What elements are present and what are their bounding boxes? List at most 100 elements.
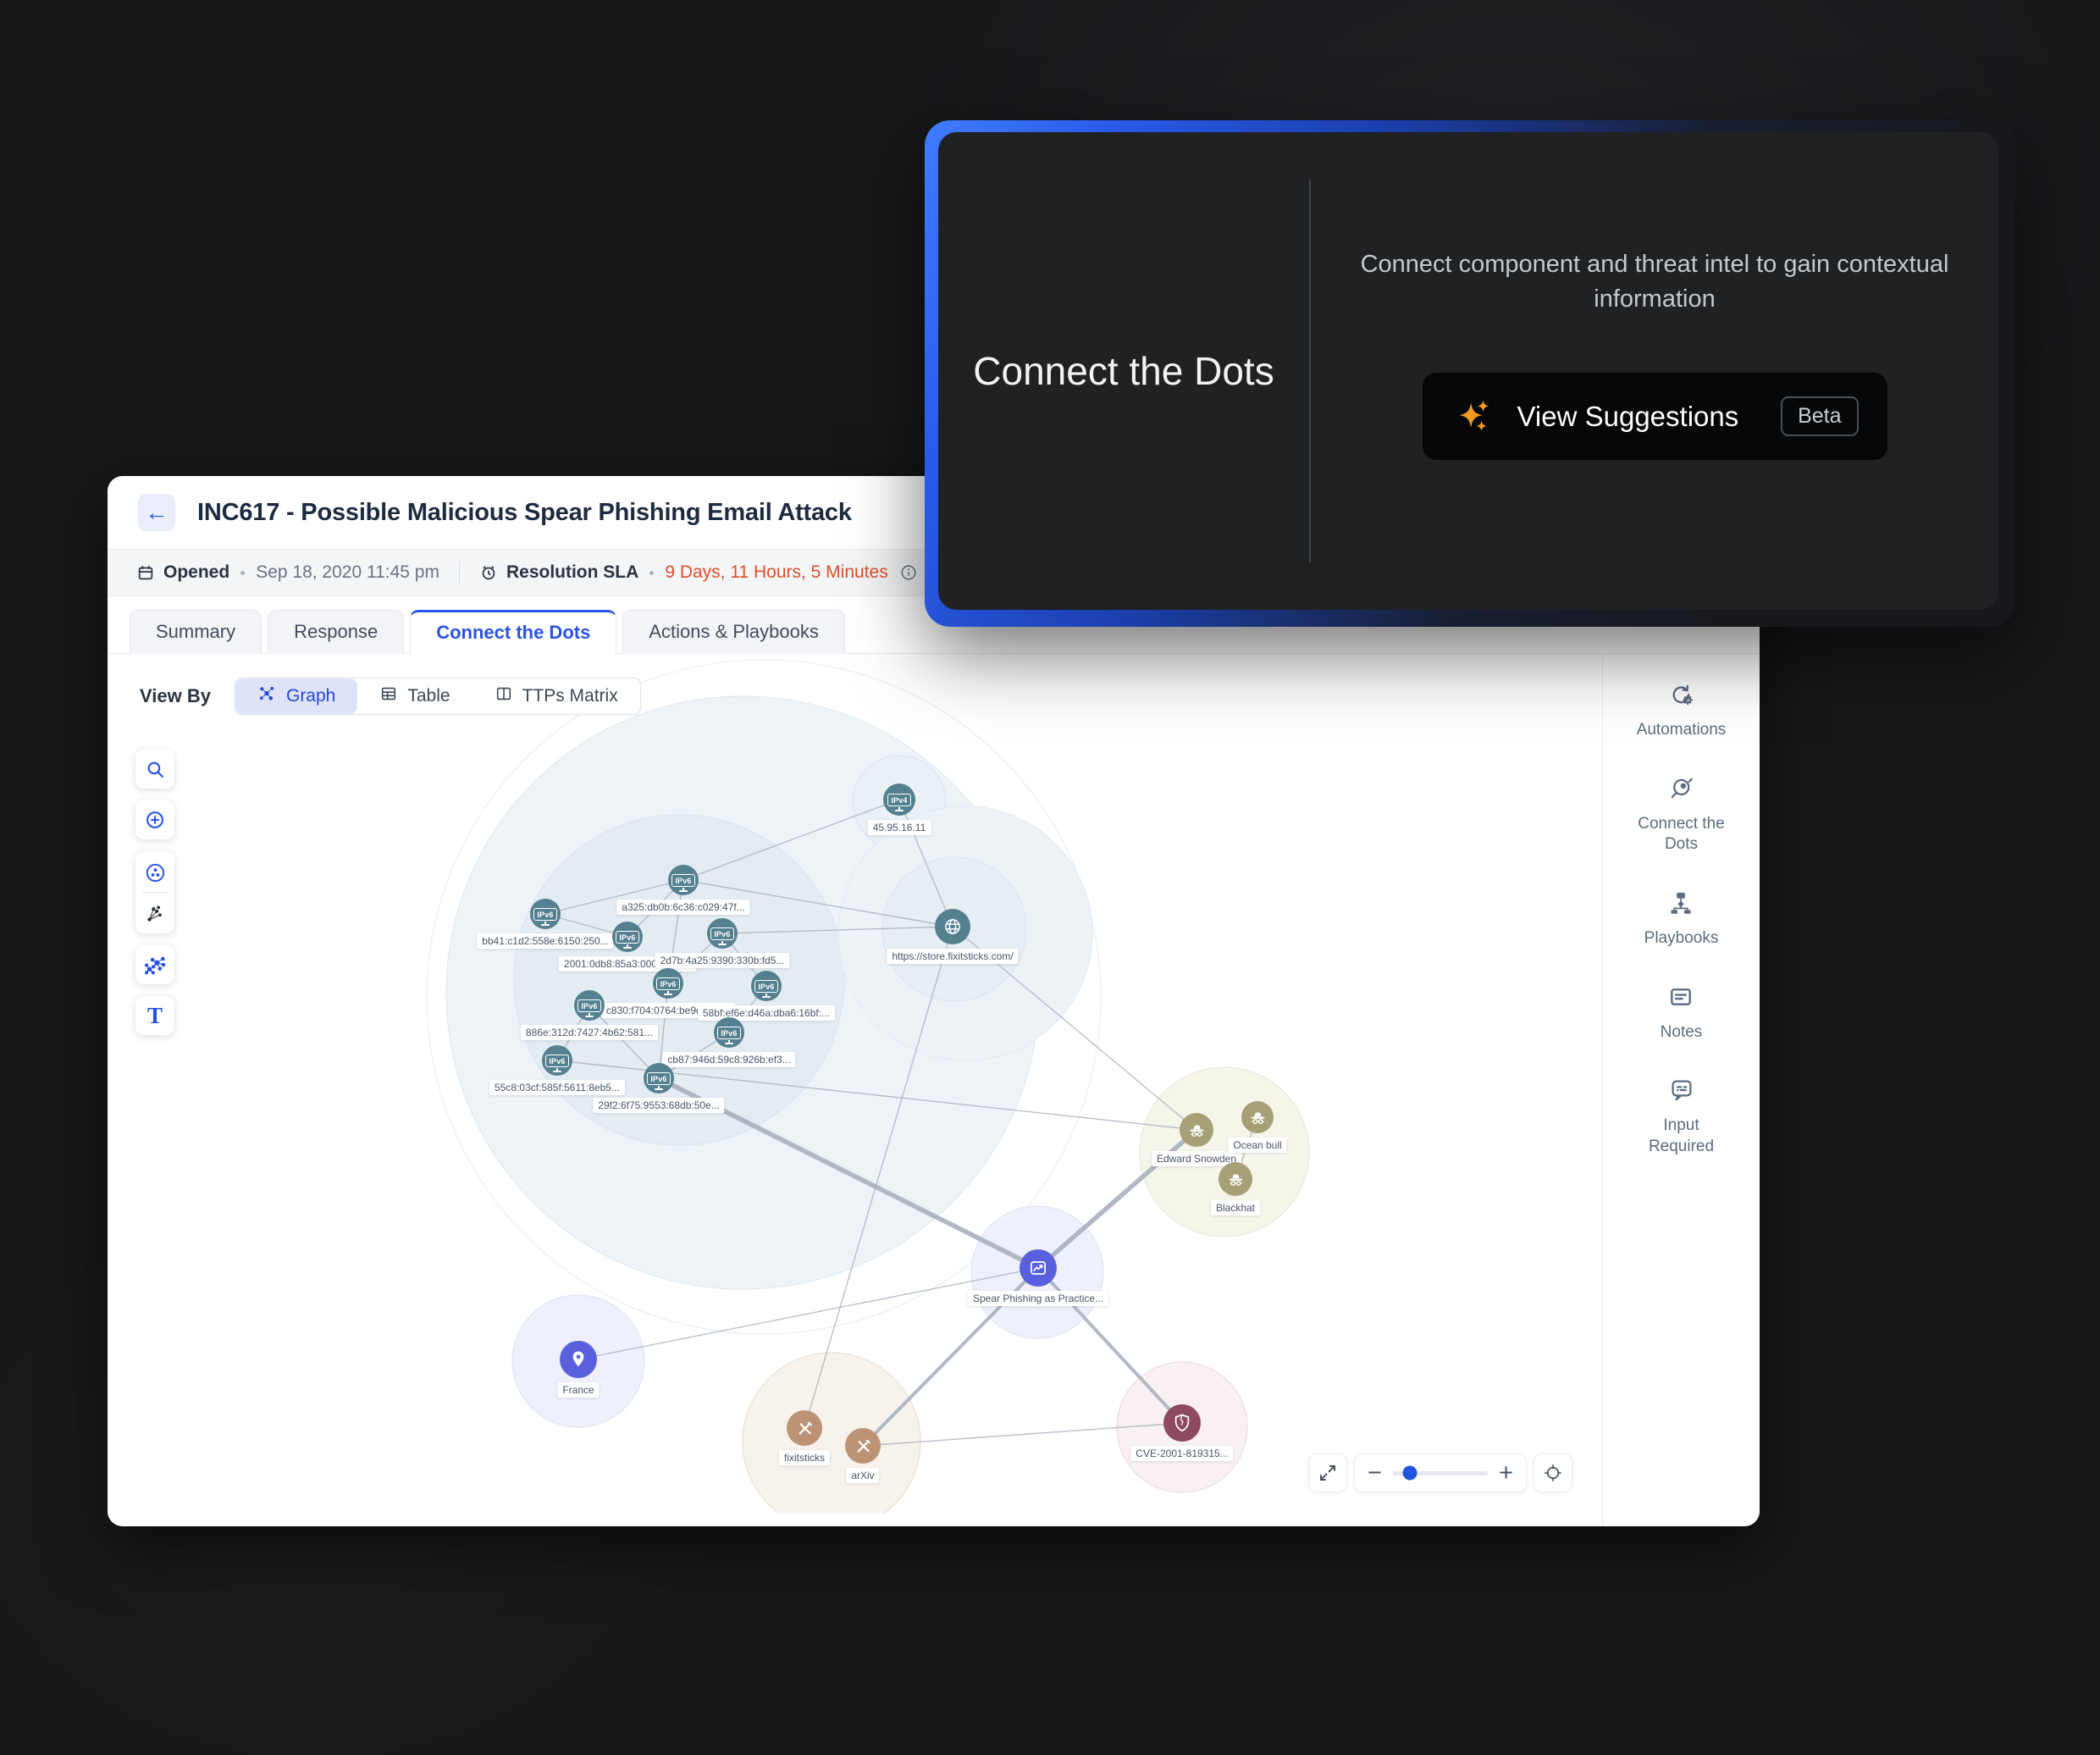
search-icon bbox=[145, 759, 166, 780]
sidebar-item-notes[interactable]: Notes bbox=[1661, 983, 1703, 1044]
graph-node-spear-phishing-as-practice[interactable] bbox=[1020, 1249, 1057, 1287]
map-pin-icon bbox=[567, 1348, 589, 1370]
graph-node-c830-f704-0764-be9d-a15[interactable]: IPv6 bbox=[653, 968, 683, 999]
info-icon[interactable] bbox=[899, 563, 918, 582]
tab-actions-playbooks[interactable]: Actions & Playbooks bbox=[622, 610, 845, 654]
text-tool-button[interactable]: T bbox=[135, 996, 174, 1035]
opened-value: Sep 18, 2020 11:45 pm bbox=[256, 562, 439, 583]
graph-node-france[interactable] bbox=[560, 1341, 597, 1378]
ipv4-monitor-icon: IPv4 bbox=[887, 794, 910, 806]
graph-node-58bf-ef6e-d46a-dba6-16bf[interactable]: IPv6 bbox=[751, 971, 782, 1001]
playbooks-icon bbox=[1667, 889, 1694, 921]
divider bbox=[459, 562, 460, 584]
ipv6-monitor-icon: IPv6 bbox=[545, 1055, 568, 1067]
view-by-label: View By bbox=[140, 685, 211, 707]
sidebar-item-label: Connect the Dots bbox=[1633, 814, 1731, 855]
beta-badge: Beta bbox=[1781, 396, 1858, 436]
graph-node-2d7b-4a25-9390-330b-fd5[interactable]: IPv6 bbox=[707, 918, 738, 949]
table-icon bbox=[379, 684, 398, 708]
cluster-circle bbox=[743, 1353, 920, 1514]
zoom-slider-group: − + bbox=[1354, 1453, 1527, 1492]
scatter-layout-button[interactable] bbox=[135, 893, 174, 932]
ipv6-monitor-icon: IPv6 bbox=[717, 1027, 740, 1039]
graph-node-bb41-c1d2-558e-6150-250[interactable]: IPv6 bbox=[530, 899, 561, 929]
tab-summary[interactable]: Summary bbox=[130, 610, 262, 654]
crossed-tools-icon bbox=[853, 1436, 874, 1457]
graph-node-a325-db0b-6c36-c029-47f[interactable]: IPv6 bbox=[668, 865, 699, 895]
fullscreen-button[interactable] bbox=[1308, 1453, 1347, 1492]
ipv6-monitor-icon: IPv6 bbox=[754, 980, 777, 993]
sla-value: 9 Days, 11 Hours, 5 Minutes bbox=[665, 562, 887, 583]
sidebar-item-label: Automations bbox=[1637, 720, 1727, 741]
search-button[interactable] bbox=[135, 750, 174, 789]
sidebar-item-playbooks[interactable]: Playbooks bbox=[1644, 889, 1719, 949]
ipv6-monitor-icon: IPv6 bbox=[671, 874, 694, 887]
graph-canvas[interactable]: View By GraphTableTTPs Matrix bbox=[108, 654, 1602, 1526]
graph-node-29f2-6f75-9553-68db-50e[interactable]: IPv6 bbox=[644, 1063, 674, 1093]
recenter-button[interactable] bbox=[1534, 1453, 1572, 1492]
view-suggestions-label: View Suggestions bbox=[1517, 401, 1739, 433]
graph-node-55c8-03cf-585f-5611-8eb5[interactable]: IPv6 bbox=[542, 1045, 572, 1076]
view-by-graph[interactable]: Graph bbox=[235, 678, 357, 714]
scatter-icon bbox=[144, 901, 166, 923]
tab-response[interactable]: Response bbox=[268, 610, 404, 654]
layout-tool-group bbox=[135, 851, 174, 933]
zoom-slider-track[interactable] bbox=[1393, 1471, 1488, 1475]
view-by-table[interactable]: Table bbox=[357, 678, 472, 714]
sidebar-item-connect-the-dots[interactable]: Connect the Dots bbox=[1633, 775, 1731, 855]
graph-toolbar: T bbox=[135, 750, 174, 1035]
back-button[interactable]: ← bbox=[138, 494, 175, 531]
shield-icon bbox=[1171, 1412, 1193, 1434]
zoom-slider-knob[interactable] bbox=[1403, 1466, 1418, 1481]
sidebar-item-input-required[interactable]: Input Required bbox=[1633, 1077, 1731, 1157]
calendar-icon bbox=[136, 563, 155, 582]
graph-node-fixitsticks[interactable] bbox=[787, 1410, 822, 1446]
view-by-ttps-matrix[interactable]: TTPs Matrix bbox=[472, 678, 640, 714]
cluster-layout-button[interactable] bbox=[135, 853, 174, 892]
zoom-in-button[interactable] bbox=[135, 800, 174, 839]
promo-title-section: Connect the Dots bbox=[938, 132, 1309, 610]
spy-icon bbox=[1247, 1107, 1268, 1128]
graph-edge-spear-arxiv bbox=[863, 1268, 1038, 1446]
expand-icon bbox=[1318, 1463, 1338, 1483]
tab-connect-the-dots[interactable]: Connect the Dots bbox=[410, 610, 616, 654]
graph-node-https-store-fixitsticks-com[interactable] bbox=[935, 909, 970, 944]
sidebar-item-label: Playbooks bbox=[1644, 928, 1719, 949]
zoom-out-button[interactable]: − bbox=[1368, 1461, 1382, 1486]
sidebar-item-automations[interactable]: Automations bbox=[1637, 681, 1727, 741]
graph-node-ocean-bull[interactable] bbox=[1241, 1101, 1274, 1133]
sidebar-item-label: Input Required bbox=[1633, 1116, 1731, 1157]
promo-card-inner: Connect the Dots Connect component and t… bbox=[938, 132, 1998, 610]
graph-edge-spear-cve bbox=[1038, 1268, 1182, 1423]
matrix-icon bbox=[495, 684, 513, 708]
plus-circle-icon bbox=[144, 809, 166, 831]
cluster-icon bbox=[144, 861, 167, 884]
globe-icon bbox=[942, 916, 964, 938]
crosshair-icon bbox=[1543, 1463, 1563, 1483]
graph-node-cve-2001-819315[interactable] bbox=[1163, 1404, 1201, 1442]
graph-node-arxiv[interactable] bbox=[845, 1428, 881, 1464]
graph-node-2001-0db8-85a3-0000-000[interactable]: IPv6 bbox=[612, 922, 643, 952]
network-layout-button[interactable] bbox=[135, 945, 174, 984]
zoom-in-plus-button[interactable]: + bbox=[1499, 1461, 1513, 1486]
right-sidebar: Automations Connect the Dots Playbooks N… bbox=[1602, 654, 1760, 1526]
graph-edges-layer bbox=[108, 654, 1577, 1514]
sparkles-icon bbox=[1455, 397, 1494, 436]
sla-label-group: Resolution SLA bbox=[479, 562, 638, 583]
graph-node-edward-snowden[interactable] bbox=[1180, 1113, 1213, 1147]
view-suggestions-button[interactable]: View Suggestions Beta bbox=[1423, 373, 1887, 460]
opened-label: Opened bbox=[163, 562, 229, 583]
graph-icon bbox=[257, 684, 277, 709]
crossed-tools-icon bbox=[794, 1418, 815, 1439]
promo-content-section: Connect component and threat intel to ga… bbox=[1311, 132, 1998, 610]
ipv6-monitor-icon: IPv6 bbox=[578, 999, 600, 1012]
trend-chart-icon bbox=[1027, 1257, 1049, 1279]
graph-node-cb87-946d-59c8-926b-ef3[interactable]: IPv6 bbox=[714, 1017, 744, 1048]
graph-node-45-95-16-11[interactable]: IPv4 bbox=[883, 783, 915, 816]
connect-dots-promo-card: Connect the Dots Connect component and t… bbox=[925, 120, 2015, 627]
graph-node-886e-312d-7427-4b62-581[interactable]: IPv6 bbox=[574, 990, 605, 1021]
input-required-icon bbox=[1668, 1077, 1695, 1108]
graph-node-blackhat[interactable] bbox=[1219, 1162, 1252, 1196]
ipv6-monitor-icon: IPv6 bbox=[533, 908, 556, 921]
desktop-background: ← INC617 - Possible Malicious Spear Phis… bbox=[0, 0, 2100, 1755]
